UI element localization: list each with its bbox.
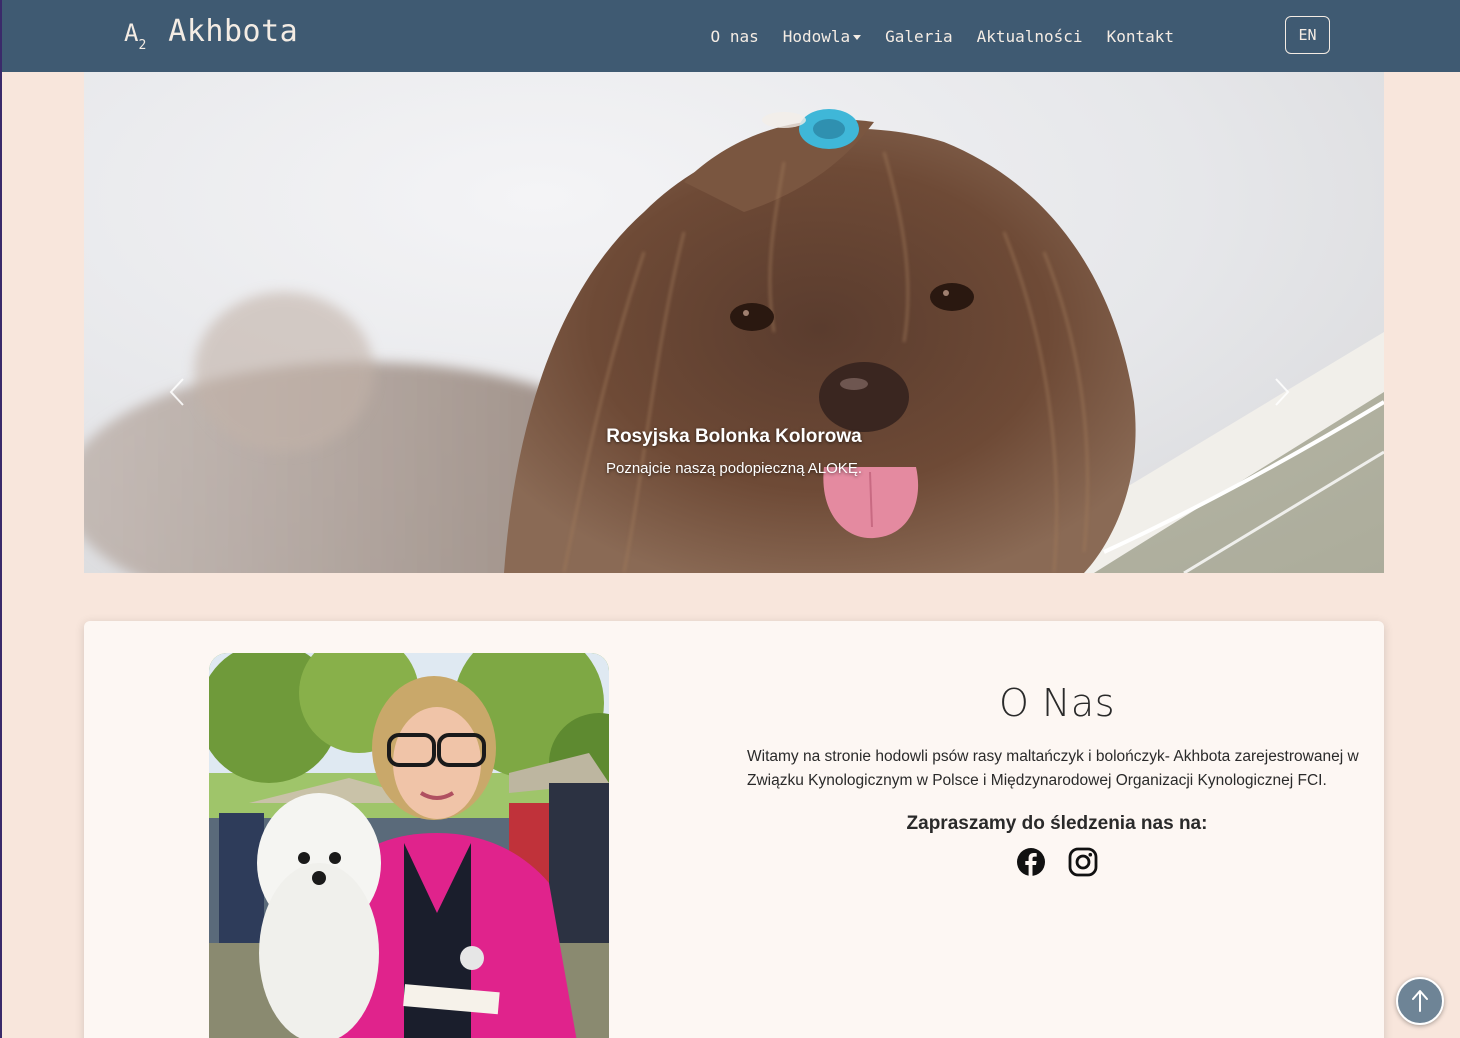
brand-name: Akhbota bbox=[168, 14, 299, 49]
chevron-left-icon bbox=[169, 378, 184, 406]
follow-heading: Zapraszamy do śledzenia nas na: bbox=[906, 813, 1208, 834]
caret-down-icon bbox=[853, 34, 862, 40]
hero-dog-image bbox=[84, 109, 1384, 573]
carousel-caption-text: Poznajcie naszą podopieczną ALOKĘ. bbox=[605, 460, 862, 477]
hero-carousel: Rosyjska Bolonka Kolorowa Poznajcie nasz… bbox=[84, 72, 1384, 573]
navbar: A2 Akhbota O nas Hodowla Galeria Aktualn… bbox=[2, 0, 1460, 72]
arrow-up-icon bbox=[1412, 990, 1428, 1012]
language-button[interactable]: EN bbox=[1285, 16, 1330, 54]
carousel-caption-title: Rosyjska Bolonka Kolorowa bbox=[606, 426, 862, 447]
nav-hodowla-dropdown[interactable]: Hodowla bbox=[783, 27, 862, 46]
brand-logo: A2 bbox=[124, 19, 147, 53]
carousel-caption: Rosyjska Bolonka Kolorowa Poznajcie nasz… bbox=[84, 426, 1384, 477]
about-text-block: O Nas Witamy na stronie hodowli psów ras… bbox=[742, 681, 1372, 877]
instagram-icon[interactable] bbox=[1068, 847, 1098, 877]
back-to-top-button[interactable] bbox=[1396, 977, 1444, 1025]
main-nav: O nas Hodowla Galeria Aktualności Kontak… bbox=[711, 0, 1174, 72]
carousel-next-button[interactable] bbox=[1274, 377, 1304, 417]
nav-aktualnosci[interactable]: Aktualności bbox=[977, 27, 1083, 46]
facebook-icon[interactable] bbox=[1016, 847, 1046, 877]
carousel-prev-button[interactable] bbox=[169, 377, 199, 417]
owner-photo bbox=[209, 653, 609, 1038]
nav-kontakt[interactable]: Kontakt bbox=[1107, 27, 1174, 46]
social-links bbox=[742, 847, 1372, 877]
nav-galeria[interactable]: Galeria bbox=[885, 27, 952, 46]
about-body: Witamy na stronie hodowli psów rasy malt… bbox=[747, 748, 1359, 789]
nav-o-nas[interactable]: O nas bbox=[711, 27, 759, 46]
chevron-right-icon bbox=[1275, 378, 1290, 406]
about-title: O Nas bbox=[999, 681, 1115, 725]
brand[interactable]: A2 Akhbota bbox=[124, 14, 299, 53]
about-section: O Nas Witamy na stronie hodowli psów ras… bbox=[84, 621, 1384, 1038]
